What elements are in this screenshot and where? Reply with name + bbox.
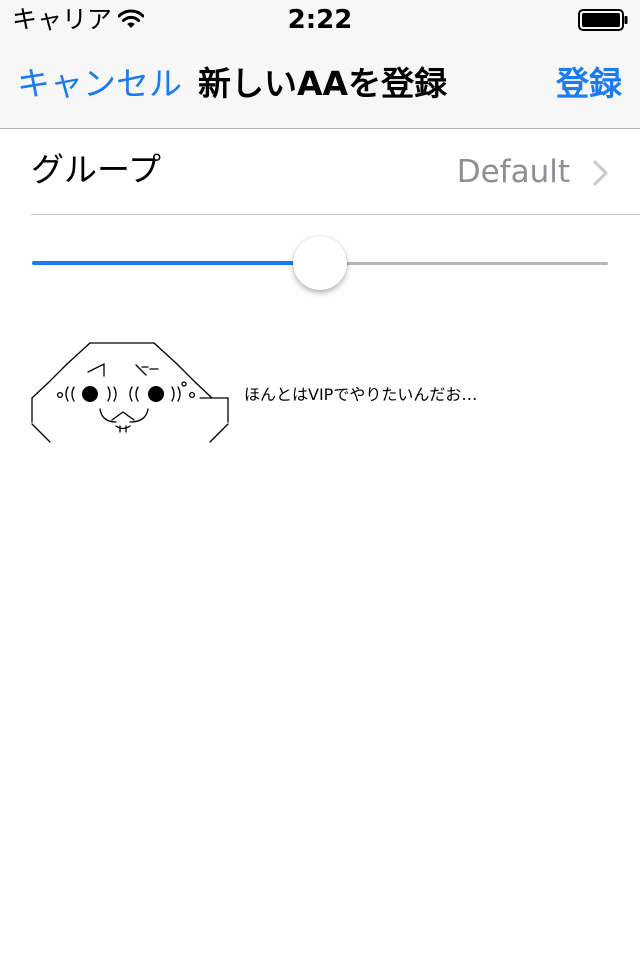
new-aa-screen: キャリア 2:22 キャンセル 新しいAAを登録 登録 グループ Default [0,0,640,960]
register-button[interactable]: 登録 [556,62,622,106]
ascii-art-caption: ほんとはVIPでやりたいんだお… [244,385,478,404]
slider-track-min [32,261,320,265]
page-title: 新しいAAを登録 [198,64,448,103]
group-label: グループ [31,150,162,189]
status-bar: キャリア 2:22 [0,0,640,40]
slider-thumb[interactable] [293,236,347,290]
navigation-bar: キャンセル 新しいAAを登録 登録 [0,40,640,128]
size-slider[interactable] [32,236,608,292]
ascii-art-image [31,342,229,443]
ascii-art-preview [30,334,230,444]
top-bar: キャリア 2:22 キャンセル 新しいAAを登録 登録 [0,0,640,129]
cancel-button[interactable]: キャンセル [17,62,182,106]
status-time: 2:22 [287,5,353,35]
group-selector-row[interactable]: グループ Default [0,129,640,215]
slider-track-max [320,262,608,265]
row-divider [31,214,640,215]
chevron-right-icon [593,160,608,186]
group-value: Default [456,154,570,190]
battery-icon [578,9,628,31]
